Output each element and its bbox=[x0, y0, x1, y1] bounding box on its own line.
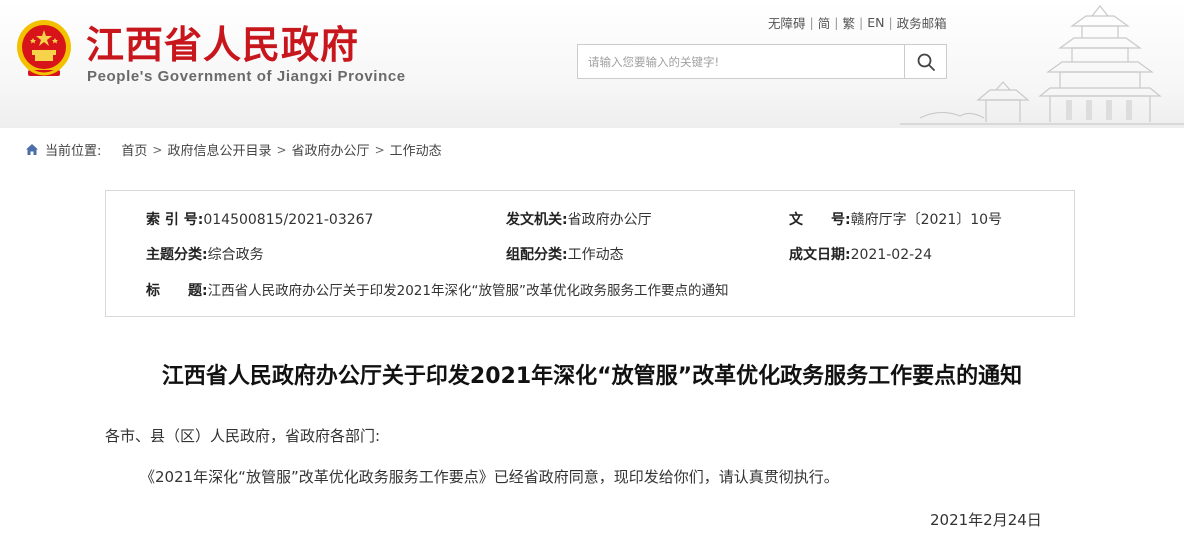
pavilion-landmark-icon bbox=[900, 5, 1184, 125]
chevron-right-icon: > bbox=[374, 142, 385, 157]
breadcrumb-home[interactable]: 首页 bbox=[121, 140, 147, 159]
issuing-organ: 发文机关:省政府办公厅 bbox=[506, 209, 652, 229]
document-number: 文 号:赣府厅字〔2021〕10号 bbox=[789, 209, 1002, 229]
info-title: 标 题:江西省人民政府办公厅关于印发2021年深化“放管服”改革优化政务服务工作… bbox=[146, 279, 728, 300]
site-subtitle: People's Government of Jiangxi Province bbox=[87, 68, 406, 85]
english-link[interactable]: EN bbox=[867, 15, 884, 30]
traditional-link[interactable]: 繁 bbox=[842, 13, 855, 32]
written-date-label: 成文日期: bbox=[789, 247, 851, 263]
breadcrumb: 当前位置: 首页 > 政府信息公开目录 > 省政府办公厅 > 工作动态 bbox=[25, 140, 442, 159]
site-title[interactable]: 江西省人民政府 bbox=[86, 14, 359, 69]
written-date-value: 2021-02-24 bbox=[850, 247, 932, 263]
document-title: 江西省人民政府办公厅关于印发2021年深化“放管服”改革优化政务服务工作要点的通… bbox=[161, 364, 1023, 389]
site-header: 江西省人民政府 People's Government of Jiangxi P… bbox=[0, 0, 1184, 128]
info-row: 主题分类:综合政务 组配分类:工作动态 成文日期:2021-02-24 bbox=[106, 244, 1074, 264]
accessibility-link[interactable]: 无障碍 bbox=[768, 13, 806, 32]
issuing-organ-label: 发文机关: bbox=[506, 212, 568, 228]
breadcrumb-office[interactable]: 省政府办公厅 bbox=[292, 140, 370, 159]
info-title-label: 标 题: bbox=[146, 283, 208, 299]
search-input[interactable] bbox=[578, 45, 904, 78]
simplified-link[interactable]: 简 bbox=[818, 13, 831, 32]
written-date: 成文日期:2021-02-24 bbox=[789, 244, 932, 264]
document-info-panel: 索 引 号:014500815/2021-03267 发文机关:省政府办公厅 文… bbox=[105, 190, 1075, 317]
home-icon bbox=[25, 143, 39, 156]
document-salutation: 各市、县（区）人民政府，省政府各部门: bbox=[105, 427, 381, 445]
link-separator: | bbox=[858, 15, 864, 30]
search-bar bbox=[577, 44, 947, 79]
topic-category-label: 主题分类: bbox=[146, 247, 208, 263]
group-category-label: 组配分类: bbox=[506, 247, 568, 263]
breadcrumb-label: 当前位置: bbox=[45, 144, 102, 159]
group-category-value: 工作动态 bbox=[567, 247, 624, 263]
national-emblem-icon bbox=[17, 20, 71, 76]
link-separator: | bbox=[834, 15, 839, 30]
document-number-label: 文 号: bbox=[789, 212, 851, 228]
group-category: 组配分类:工作动态 bbox=[506, 244, 624, 264]
link-separator: | bbox=[888, 15, 893, 30]
topic-category-value: 综合政务 bbox=[207, 247, 264, 263]
chevron-right-icon: > bbox=[276, 142, 287, 157]
info-row: 标 题:江西省人民政府办公厅关于印发2021年深化“放管服”改革优化政务服务工作… bbox=[106, 279, 1074, 299]
info-title-value: 江西省人民政府办公厅关于印发2021年深化“放管服”改革优化政务服务工作要点的通… bbox=[207, 283, 729, 299]
breadcrumb-work-news[interactable]: 工作动态 bbox=[390, 140, 442, 159]
index-number: 索 引 号:014500815/2021-03267 bbox=[146, 209, 373, 229]
document-date: 2021年2月24日 bbox=[930, 511, 1042, 529]
index-number-label: 索 引 号: bbox=[146, 212, 204, 228]
breadcrumb-info-catalog[interactable]: 政府信息公开目录 bbox=[167, 140, 271, 159]
document-paragraph: 《2021年深化“放管服”改革优化政务服务工作要点》已经省政府同意，现印发给你们… bbox=[140, 468, 839, 486]
link-separator: | bbox=[809, 15, 814, 30]
info-row: 索 引 号:014500815/2021-03267 发文机关:省政府办公厅 文… bbox=[106, 209, 1074, 229]
topic-category: 主题分类:综合政务 bbox=[146, 244, 264, 264]
chevron-right-icon: > bbox=[152, 142, 163, 157]
document-number-value: 赣府厅字〔2021〕10号 bbox=[850, 212, 1003, 228]
index-number-value: 014500815/2021-03267 bbox=[203, 212, 374, 228]
issuing-organ-value: 省政府办公厅 bbox=[567, 212, 652, 228]
